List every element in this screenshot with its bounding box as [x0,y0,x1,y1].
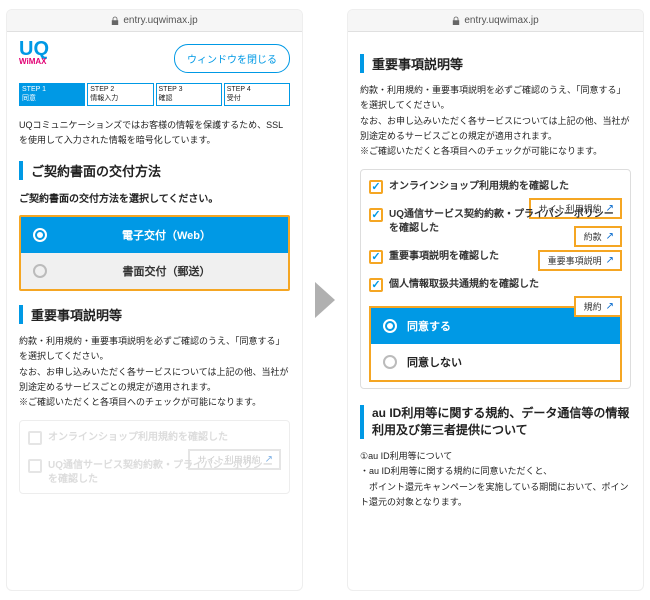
delivery-heading: ご契約書面の交付方法 [19,161,290,180]
agree-radio-group: 同意する 同意しない [369,306,622,382]
checkbox-icon [28,431,42,445]
transition-arrow [313,282,337,318]
radio-icon [33,228,47,242]
option-label: 同意する [407,318,451,334]
important-note: 約款・利用規約・重要事項説明を必ずご確認のうえ、「同意する」を選択してください。… [19,334,290,410]
auid-body: ①au ID利用等について ・au ID利用等に関する規約に同意いただくと、 ポ… [360,449,631,510]
checkbox-icon [369,180,383,194]
external-icon: ↗ [606,231,614,242]
check-online-terms[interactable]: オンラインショップ利用規約を確認した サイト利用規約↗ [369,180,622,194]
url-text: entry.uqwimax.jp [464,15,538,26]
delivery-option-mail[interactable]: 書面交付（郵送） [21,253,288,289]
important-note: 約款・利用規約・重要事項説明を必ずご確認のうえ、「同意する」を選択してください。… [360,83,631,159]
right-screenshot: entry.uqwimax.jp 重要事項説明等 約款・利用規約・重要事項説明を… [347,9,644,591]
url-bar: entry.uqwimax.jp [348,10,643,32]
arrow-icon [315,282,335,318]
check-online-terms[interactable]: オンラインショップ利用規約を確認した サイト利用規約↗ [28,431,281,445]
auid-heading: au ID利用等に関する規約、データ通信等の情報利用及び第三者提供について [360,405,631,439]
radio-icon [383,319,397,333]
ssl-notice: UQコミュニケーションズではお客様の情報を保護するため、SSLを使用して入力され… [19,118,290,147]
option-label: 電子交付（Web） [57,227,276,243]
important-heading: 重要事項説明等 [360,54,631,73]
delivery-radio-group: 電子交付（Web） 書面交付（郵送） [19,215,290,291]
step-2: STEP 2情報入力 [87,83,153,106]
check-service-terms[interactable]: UQ通信サービス契約約款・プライバシーポリシーを確認した 約款↗ [369,208,622,236]
option-label: 書面交付（郵送） [57,263,276,279]
radio-icon [33,264,47,278]
step-indicator: STEP 1同意 STEP 2情報入力 STEP 3確認 STEP 4受付 [19,83,290,106]
check-service-terms[interactable]: UQ通信サービス契約約款・プライバシーポリシーを確認した [28,459,281,487]
step-1: STEP 1同意 [19,83,85,106]
checkbox-icon [369,278,383,292]
important-heading: 重要事項説明等 [19,305,290,324]
checkbox-icon [369,208,383,222]
step-4: STEP 4受付 [224,83,290,106]
terms-link[interactable]: 重要事項説明↗ [538,250,622,271]
lock-icon [111,16,119,26]
delivery-subheading: ご契約書面の交付方法を選択してください。 [19,190,290,205]
checkbox-icon [28,459,42,473]
checkbox-icon [369,250,383,264]
agreement-checklist: オンラインショップ利用規約を確認した サイト利用規約↗ UQ通信サービス契約約款… [360,169,631,389]
external-icon: ↗ [606,255,614,266]
left-screenshot: entry.uqwimax.jp ウィンドウを閉じる UQWiMAX STEP … [6,9,303,591]
option-label: 同意しない [407,354,462,370]
terms-link[interactable]: 規約↗ [574,296,622,317]
close-window-button[interactable]: ウィンドウを閉じる [174,44,290,73]
disagree-option[interactable]: 同意しない [371,344,620,380]
check-privacy-terms[interactable]: 個人情報取扱共通規約を確認した 規約↗ [369,278,622,292]
url-text: entry.uqwimax.jp [123,15,197,26]
delivery-option-web[interactable]: 電子交付（Web） [21,217,288,253]
external-icon: ↗ [606,301,614,312]
radio-icon [383,355,397,369]
check-important-matters[interactable]: 重要事項説明を確認した 重要事項説明↗ [369,250,622,264]
terms-link[interactable]: 約款↗ [574,226,622,247]
url-bar: entry.uqwimax.jp [7,10,302,32]
agreement-checklist: オンラインショップ利用規約を確認した サイト利用規約↗ UQ通信サービス契約約款… [19,420,290,494]
step-3: STEP 3確認 [156,83,222,106]
lock-icon [452,16,460,26]
